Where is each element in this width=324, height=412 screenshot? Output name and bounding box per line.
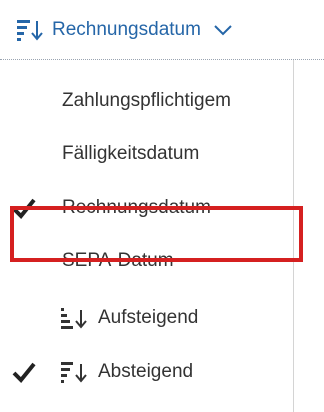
sort-ascending-icon — [60, 306, 88, 330]
menu-item-label: Absteigend — [98, 361, 194, 382]
highlight-box — [10, 206, 303, 262]
sort-dropdown-trigger[interactable]: Rechnungsdatum — [0, 0, 324, 60]
menu-item-label: Zahlungspflichtigem — [62, 90, 231, 111]
menu-item-label: Fälligkeitsdatum — [62, 143, 200, 164]
chevron-down-icon — [213, 23, 233, 37]
menu-item-aufsteigend[interactable]: Aufsteigend — [0, 296, 294, 340]
sort-descending-icon — [16, 17, 44, 43]
menu-item-absteigend[interactable]: Absteigend — [0, 350, 294, 394]
sort-current-label: Rechnungsdatum — [52, 19, 201, 40]
checkmark-icon — [10, 358, 38, 386]
sort-descending-icon — [60, 360, 88, 384]
menu-item-faelligkeitsdatum[interactable]: Fälligkeitsdatum — [0, 132, 294, 176]
menu-item-zahlungspflichtigem[interactable]: Zahlungspflichtigem — [0, 79, 294, 123]
menu-item-label: Aufsteigend — [98, 307, 199, 328]
